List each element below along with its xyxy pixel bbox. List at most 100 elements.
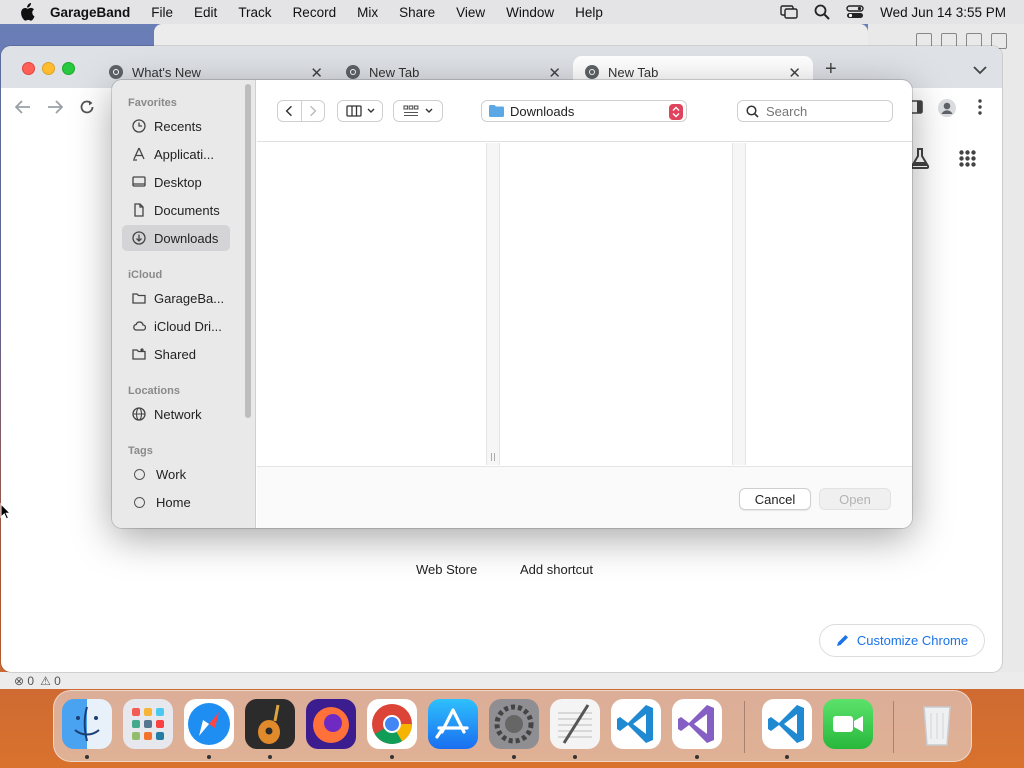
sidebar-item-icloud-drive[interactable]: iCloud Dri... [122,313,230,339]
facetime-app-icon[interactable] [823,699,873,749]
minimize-window-button[interactable] [42,62,55,75]
sidebar-item-network[interactable]: Network [122,401,230,427]
menu-edit[interactable]: Edit [194,5,217,20]
new-tab-button[interactable]: + [825,58,837,81]
running-indicator [695,755,699,759]
system-settings-app-icon[interactable] [489,699,539,749]
view-mode-button[interactable] [337,100,383,122]
chrome-favicon-icon [109,65,123,79]
search-icon [746,104,759,118]
sidebar-section-tags: Tags [128,445,153,457]
status-bar: ⊗ 0 ⚠ 0 [0,672,1024,689]
app-store-app-icon[interactable] [428,699,478,749]
sidebar-section-icloud: iCloud [128,269,163,281]
sidebar-item-recents[interactable]: Recents [122,113,230,139]
sidebar-section-favorites: Favorites [128,97,177,109]
column-resize-handle-icon[interactable] [490,453,496,461]
close-window-button[interactable] [22,62,35,75]
location-popup[interactable]: Downloads [481,100,687,122]
document-icon [134,203,144,217]
folder-icon [132,293,146,304]
trash-app-icon[interactable] [912,699,962,749]
menu-window[interactable]: Window [506,5,554,20]
sidebar-item-applications[interactable]: Applicati... [122,141,230,167]
control-center-icon[interactable] [846,5,864,19]
chevron-left-icon[interactable] [278,101,301,121]
vscode-app-icon[interactable] [611,699,661,749]
forward-arrow-icon[interactable] [47,100,63,114]
dialog-footer: Cancel Open [257,466,912,528]
spotlight-search-icon[interactable] [814,4,830,20]
popup-stepper-icon [669,104,683,120]
menu-app-name[interactable]: GarageBand [50,5,130,20]
sidebar-section-locations: Locations [128,385,180,397]
column-divider[interactable] [732,143,746,465]
profile-avatar-icon[interactable] [937,98,957,118]
search-field[interactable] [737,100,893,122]
browser-column[interactable] [746,143,912,465]
tag-circle-icon [134,468,145,480]
garageband-app-icon[interactable] [245,699,295,749]
chrome-app-icon[interactable] [367,699,417,749]
google-apps-icon[interactable] [959,150,976,167]
mouse-cursor-icon [0,503,11,520]
chevron-right-icon[interactable] [302,101,324,121]
menu-mix[interactable]: Mix [357,5,378,20]
chevron-down-icon [425,108,433,113]
browser-column[interactable] [500,143,732,465]
clock-icon [132,119,146,133]
dock-separator [744,701,745,753]
sidebar-item-garageband[interactable]: GarageBa... [122,285,230,311]
running-indicator [85,755,89,759]
apple-icon[interactable] [18,3,36,21]
browser-column[interactable] [257,143,486,465]
reload-icon[interactable] [79,99,95,115]
sidebar-item-label: Recents [154,118,202,134]
sidebar-item-desktop[interactable]: Desktop [122,169,230,195]
sidebar-item-downloads[interactable]: Downloads [122,225,230,251]
group-by-button[interactable] [393,100,443,122]
customize-chrome-button[interactable]: Customize Chrome [819,624,985,657]
column-divider[interactable] [486,143,500,465]
sidebar-scrollbar[interactable] [245,84,251,418]
back-arrow-icon[interactable] [15,100,31,114]
menu-help[interactable]: Help [575,5,603,20]
dialog-sidebar: Favorites Recents Applicati... Desktop D… [112,80,256,528]
menu-track[interactable]: Track [238,5,271,20]
menu-record[interactable]: Record [293,5,337,20]
more-menu-icon[interactable] [978,99,982,115]
sidebar-item-documents[interactable]: Documents [122,197,230,223]
menu-view[interactable]: View [456,5,485,20]
back-forward-control [277,100,325,122]
desktop-icon [132,176,146,187]
zoom-window-button[interactable] [62,62,75,75]
sidebar-item-label: Documents [154,202,220,218]
firefox-app-icon[interactable] [306,699,356,749]
labs-flask-icon[interactable] [909,147,931,169]
shared-folder-icon [132,348,146,360]
sidebar-tag-home[interactable]: Home [122,489,230,515]
textedit-app-icon[interactable] [550,699,600,749]
cancel-button[interactable]: Cancel [739,488,811,510]
launchpad-app-icon[interactable] [123,699,173,749]
dock-separator [893,701,894,753]
sidebar-item-shared[interactable]: Shared [122,341,230,367]
menu-file[interactable]: File [151,5,173,20]
shortcut-add[interactable]: Add shortcut [520,562,593,577]
menu-clock[interactable]: Wed Jun 14 3:55 PM [880,5,1006,20]
screen-mirroring-icon[interactable] [780,5,798,19]
visual-studio-app-icon[interactable] [672,699,722,749]
pencil-icon [836,635,848,646]
tab-search-chevron-icon[interactable] [973,66,987,75]
finder-app-icon[interactable] [62,699,112,749]
cloud-icon [133,321,146,331]
sidebar-item-label: Downloads [154,230,219,246]
menu-share[interactable]: Share [399,5,435,20]
shortcut-web-store[interactable]: Web Store [416,562,477,577]
search-input[interactable] [766,103,886,119]
safari-app-icon[interactable] [184,699,234,749]
grid-group-icon [403,105,419,117]
open-button[interactable]: Open [819,488,891,510]
vscode-app-icon[interactable] [762,699,812,749]
sidebar-tag-work[interactable]: Work [122,461,230,487]
